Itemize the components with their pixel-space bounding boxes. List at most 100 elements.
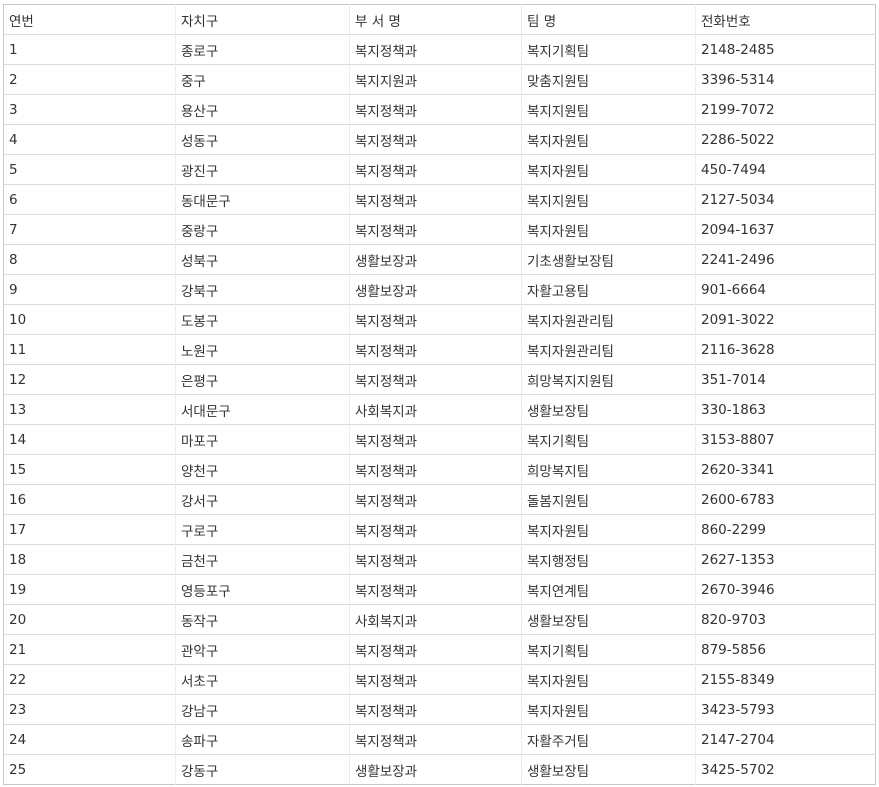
cell-team: 희망복지팀 [521, 454, 696, 485]
cell-department: 복지정책과 [349, 334, 522, 365]
cell-number: 7 [3, 214, 176, 245]
cell-phone: 2670-3946 [695, 574, 876, 605]
table-row: 3 용산구 복지정책과 복지지원팀 2199-7072 [3, 94, 876, 125]
cell-district: 서초구 [175, 664, 350, 695]
cell-department: 복지정책과 [349, 514, 522, 545]
table-row: 19 영등포구 복지정책과 복지연계팀 2670-3946 [3, 574, 876, 605]
cell-phone: 3153-8807 [695, 424, 876, 455]
cell-district: 송파구 [175, 724, 350, 755]
cell-team: 복지연계팀 [521, 574, 696, 605]
table-row: 23 강남구 복지정책과 복지자원팀 3423-5793 [3, 694, 876, 725]
table-row: 4 성동구 복지정책과 복지자원팀 2286-5022 [3, 124, 876, 155]
header-district: 자치구 [175, 4, 350, 35]
cell-district: 중구 [175, 64, 350, 95]
cell-district: 강서구 [175, 484, 350, 515]
cell-department: 복지정책과 [349, 484, 522, 515]
cell-number: 9 [3, 274, 176, 305]
table-row: 12 은평구 복지정책과 희망복지지원팀 351-7014 [3, 364, 876, 395]
cell-district: 강동구 [175, 754, 350, 785]
cell-district: 광진구 [175, 154, 350, 185]
table-row: 18 금천구 복지정책과 복지행정팀 2627-1353 [3, 544, 876, 575]
cell-team: 기초생활보장팀 [521, 244, 696, 275]
cell-team: 복지기획팀 [521, 34, 696, 65]
cell-team: 맞춤지원팀 [521, 64, 696, 95]
cell-team: 복지자원팀 [521, 124, 696, 155]
cell-phone: 879-5856 [695, 634, 876, 665]
cell-number: 16 [3, 484, 176, 515]
cell-team: 복지자원팀 [521, 664, 696, 695]
header-team: 팀 명 [521, 4, 696, 35]
cell-phone: 860-2299 [695, 514, 876, 545]
cell-district: 노원구 [175, 334, 350, 365]
cell-number: 21 [3, 634, 176, 665]
cell-phone: 3425-5702 [695, 754, 876, 785]
table-row: 1 종로구 복지정책과 복지기획팀 2148-2485 [3, 34, 876, 65]
cell-phone: 2094-1637 [695, 214, 876, 245]
cell-department: 복지정책과 [349, 634, 522, 665]
cell-department: 사회복지과 [349, 394, 522, 425]
cell-department: 복지정책과 [349, 424, 522, 455]
table-row: 16 강서구 복지정책과 돌봄지원팀 2600-6783 [3, 484, 876, 515]
table-row: 25 강동구 생활보장과 생활보장팀 3425-5702 [3, 754, 876, 785]
cell-district: 서대문구 [175, 394, 350, 425]
cell-number: 5 [3, 154, 176, 185]
cell-number: 17 [3, 514, 176, 545]
table-row: 22 서초구 복지정책과 복지자원팀 2155-8349 [3, 664, 876, 695]
table-header: 연번 자치구 부 서 명 팀 명 전화번호 [4, 4, 876, 35]
cell-team: 복지자원팀 [521, 214, 696, 245]
table-row: 14 마포구 복지정책과 복지기획팀 3153-8807 [3, 424, 876, 455]
cell-phone: 2627-1353 [695, 544, 876, 575]
cell-district: 영등포구 [175, 574, 350, 605]
cell-team: 복지자원관리팀 [521, 334, 696, 365]
cell-phone: 2286-5022 [695, 124, 876, 155]
cell-number: 24 [3, 724, 176, 755]
cell-number: 15 [3, 454, 176, 485]
cell-department: 사회복지과 [349, 604, 522, 635]
cell-phone: 2091-3022 [695, 304, 876, 335]
cell-district: 관악구 [175, 634, 350, 665]
table-row: 7 중랑구 복지정책과 복지자원팀 2094-1637 [3, 214, 876, 245]
cell-district: 구로구 [175, 514, 350, 545]
cell-team: 복지자원관리팀 [521, 304, 696, 335]
cell-department: 복지정책과 [349, 304, 522, 335]
table-row: 17 구로구 복지정책과 복지자원팀 860-2299 [3, 514, 876, 545]
cell-phone: 2600-6783 [695, 484, 876, 515]
cell-number: 10 [3, 304, 176, 335]
cell-team: 생활보장팀 [521, 604, 696, 635]
cell-number: 6 [3, 184, 176, 215]
cell-district: 동작구 [175, 604, 350, 635]
cell-team: 복지지원팀 [521, 184, 696, 215]
cell-team: 복지지원팀 [521, 94, 696, 125]
cell-team: 복지자원팀 [521, 694, 696, 725]
cell-team: 복지기획팀 [521, 634, 696, 665]
header-number: 연번 [9, 13, 34, 30]
cell-number: 13 [3, 394, 176, 425]
cell-department: 복지정책과 [349, 154, 522, 185]
cell-phone: 2620-3341 [695, 454, 876, 485]
table-body: 1 종로구 복지정책과 복지기획팀 2148-2485 2 중구 복지지원과 맞춤지원팀 3396… [3, 34, 876, 785]
cell-phone: 3396-5314 [695, 64, 876, 95]
table-row: 21 관악구 복지정책과 복지기획팀 879-5856 [3, 634, 876, 665]
cell-department: 복지정책과 [349, 694, 522, 725]
cell-number: 18 [3, 544, 176, 575]
cell-team: 생활보장팀 [521, 394, 696, 425]
cell-number: 12 [3, 364, 176, 395]
cell-district: 마포구 [175, 424, 350, 455]
cell-department: 복지지원과 [349, 64, 522, 95]
cell-phone: 2155-8349 [695, 664, 876, 695]
cell-phone: 450-7494 [695, 154, 876, 185]
cell-department: 복지정책과 [349, 454, 522, 485]
cell-team: 자활주거팀 [521, 724, 696, 755]
table-row: 13 서대문구 사회복지과 생활보장팀 330-1863 [3, 394, 876, 425]
cell-phone: 2147-2704 [695, 724, 876, 755]
cell-number: 25 [3, 754, 176, 785]
cell-department: 복지정책과 [349, 544, 522, 575]
cell-team: 복지기획팀 [521, 424, 696, 455]
cell-number: 22 [3, 664, 176, 695]
table-row: 6 동대문구 복지정책과 복지지원팀 2127-5034 [3, 184, 876, 215]
cell-number: 4 [3, 124, 176, 155]
cell-district: 도봉구 [175, 304, 350, 335]
cell-number: 11 [3, 334, 176, 365]
cell-district: 용산구 [175, 94, 350, 125]
cell-department: 생활보장과 [349, 244, 522, 275]
